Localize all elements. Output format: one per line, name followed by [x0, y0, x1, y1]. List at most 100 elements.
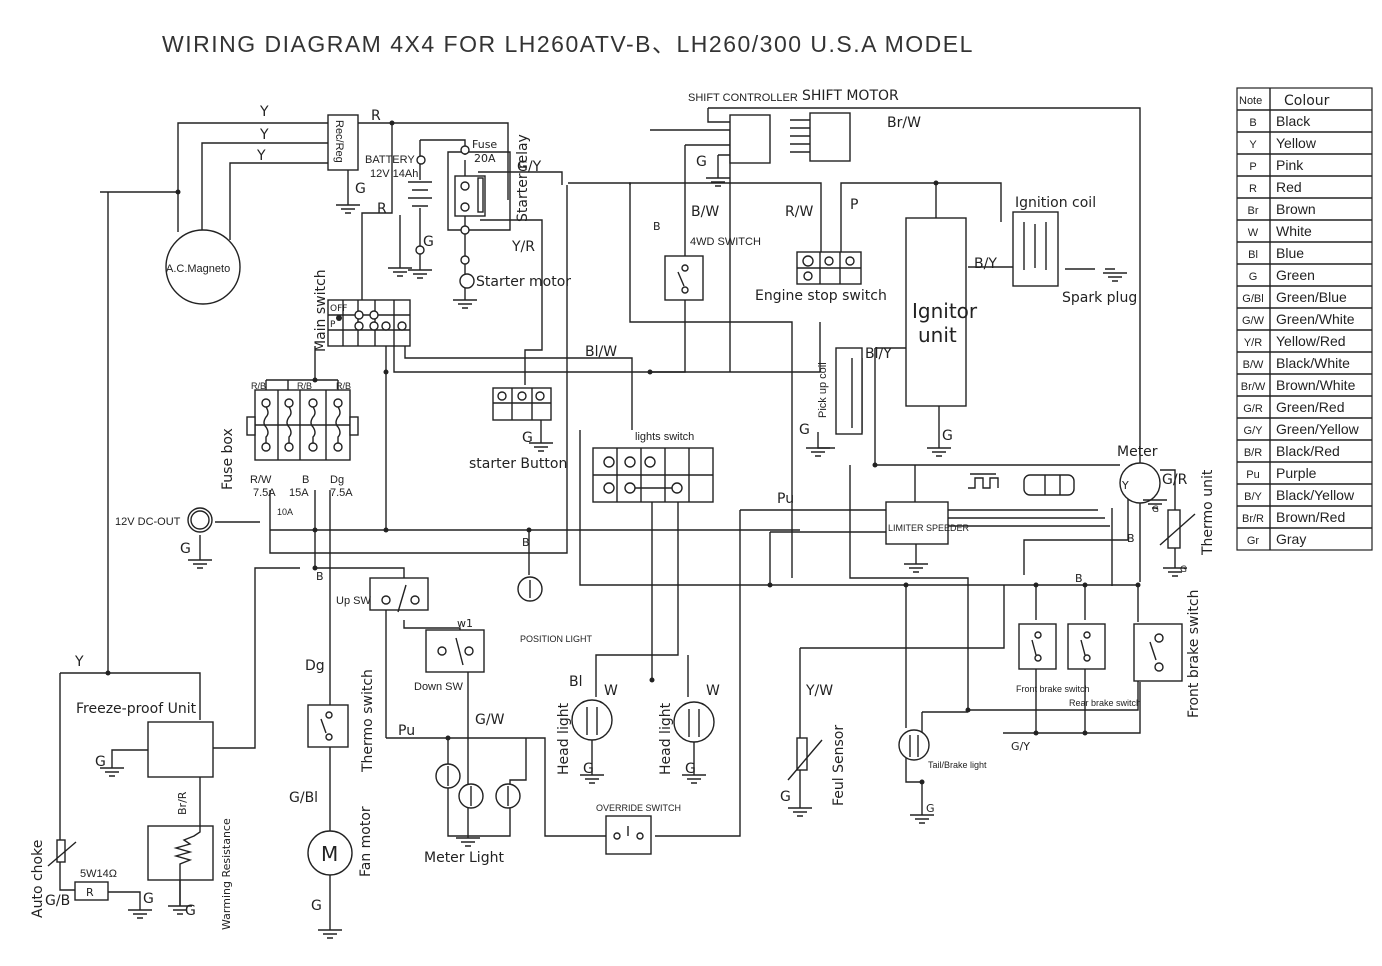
wire-label: Pu [398, 723, 415, 739]
lights-switch: lights switch [592, 431, 714, 503]
wire-label: Bl/Y [865, 346, 892, 362]
legend-colour: Black/White [1276, 355, 1350, 371]
legend-header-colour: Colour [1284, 93, 1330, 109]
wire-label: Y [259, 104, 269, 120]
wire-label: G [942, 428, 953, 444]
wire-label: Y [74, 654, 84, 670]
legend-note: G/Bl [1242, 293, 1263, 305]
wire-label: G [799, 422, 810, 438]
wire-label: Dg [305, 658, 325, 674]
starter-button-label: starter Button [469, 456, 567, 472]
shift-controller-label: SHIFT CONTROLLER [688, 92, 798, 104]
legend-colour: Green/Red [1276, 399, 1344, 415]
legend-note: G/R [1243, 403, 1263, 415]
wire-label: Br/R [176, 791, 189, 815]
legend-note: G/Y [1244, 425, 1264, 437]
freeze-proof-unit-label: Freeze-proof Unit [76, 701, 197, 717]
rec-reg: Rec/Reg [327, 114, 359, 171]
wire-label: G [143, 891, 154, 907]
meter-light-label: Meter Light [424, 850, 504, 866]
wire-label: G/W [475, 712, 505, 728]
ground-icon [706, 177, 730, 187]
ground-icon [788, 807, 812, 817]
front-brake-switch-label: Front brake switch [1186, 590, 1202, 718]
legend-colour: Brown/White [1276, 377, 1356, 393]
legend-colour: Blue [1276, 245, 1304, 261]
ground-icon [408, 269, 432, 279]
fuse-wire-rb-1: R/B [251, 381, 266, 391]
wire-label: G [185, 903, 196, 919]
ground-icon [456, 837, 480, 847]
wire-label: B/Y [974, 256, 997, 272]
legend-note: B/R [1244, 447, 1262, 459]
fuse2-rating: 10A [277, 507, 293, 517]
legend-colour: Green/Yellow [1276, 421, 1360, 437]
ground-icon [1103, 272, 1127, 282]
wire-label: G [1180, 565, 1187, 575]
pick-up-coil: Pick up coil [817, 347, 863, 435]
wire-label: Br/W [887, 115, 921, 131]
wire-label: G [583, 761, 594, 777]
legend-colour: Green/Blue [1276, 289, 1347, 305]
resistor-5w: R 5W14Ω [74, 868, 117, 901]
battery: BATTERY 12V 14Ah [365, 154, 426, 255]
wire-label: G [522, 430, 533, 446]
wire-label: G [311, 898, 322, 914]
fuse3-wire: B [302, 474, 309, 486]
rear-brake-switch-label: Rear brake switch [1069, 698, 1141, 708]
ignitor-label-2: unit [918, 323, 957, 347]
wire-label: Bl/W [585, 344, 617, 360]
legend-note: G [1249, 271, 1258, 283]
legend-note: Br/R [1242, 513, 1264, 525]
diagram-title: WIRING DIAGRAM 4X4 FOR LH260ATV-B、LH260/… [162, 31, 974, 57]
head-light-2-label: Head light [658, 702, 674, 775]
meter: Y Meter [1117, 444, 1161, 504]
ground-icon [910, 814, 934, 824]
legend-colour: Red [1276, 179, 1302, 195]
legend-note: Y [1249, 139, 1257, 151]
front-brake-switch: Front brake switch [1133, 590, 1202, 718]
feul-sensor-label: Feul Sensor [831, 725, 847, 806]
fuse-wire-rb-2: R/B [297, 381, 312, 391]
legend-colour: Yellow [1276, 135, 1317, 151]
4wd-switch-label: 4WD SWITCH [690, 236, 761, 248]
wire-label: B [522, 536, 530, 549]
legend-note: B/W [1243, 359, 1264, 371]
main-switch-off: OFF [330, 304, 347, 314]
wire-label: Bl [569, 674, 583, 690]
wire-label: G/B [45, 893, 70, 909]
fuse3-rating: 15A [289, 487, 309, 499]
legend-note: Gr [1247, 535, 1260, 547]
wire-label: Y/W [805, 683, 833, 699]
legend-note: R [1249, 183, 1257, 195]
ignition-coil: Ignition coil Spark plug [1012, 195, 1137, 306]
wire-label: P [850, 197, 858, 213]
fan-motor: M Fan motor [307, 806, 374, 877]
override-switch-label: OVERRIDE SWITCH [596, 803, 681, 813]
position-light: POSITION LIGHT [517, 576, 593, 644]
legend-note: G/W [1242, 315, 1265, 327]
ground-icon [388, 267, 412, 277]
wire-label: Y [256, 148, 266, 164]
legend-note: Br/W [1241, 381, 1266, 393]
wire-label: R [377, 201, 387, 217]
main-switch-p: P [330, 320, 336, 330]
fan-motor-symbol: M [321, 842, 338, 866]
wiring-diagram: WIRING DIAGRAM 4X4 FOR LH260ATV-B、LH260/… [30, 31, 1373, 939]
legend-note: Bl [1248, 249, 1258, 261]
starter-relay-label: Starter relay [515, 134, 531, 222]
override-switch: OVERRIDE SWITCH [596, 803, 681, 855]
warming-resistance-label: Warming Resistance [220, 818, 233, 930]
starter-button: starter Button [469, 387, 567, 472]
battery-spec: 12V 14Ah [370, 168, 418, 180]
fuse-box: R/B R/B R/B R/W 7.5A 10A B 15A Dg 7.5A F… [220, 379, 359, 517]
wire-label: B [653, 220, 661, 233]
wire-label: G/R [1162, 472, 1188, 488]
wire-label: Y [259, 127, 269, 143]
legend-note: Pu [1246, 469, 1259, 481]
up-switch: Up SW [336, 577, 429, 613]
wire-label: Y/R [511, 239, 535, 255]
limiter-speeder-label: LIMITER SPEEDER [888, 523, 970, 533]
legend-colour: Black/Red [1276, 443, 1340, 459]
limiter-speeder: LIMITER SPEEDER [885, 501, 970, 545]
